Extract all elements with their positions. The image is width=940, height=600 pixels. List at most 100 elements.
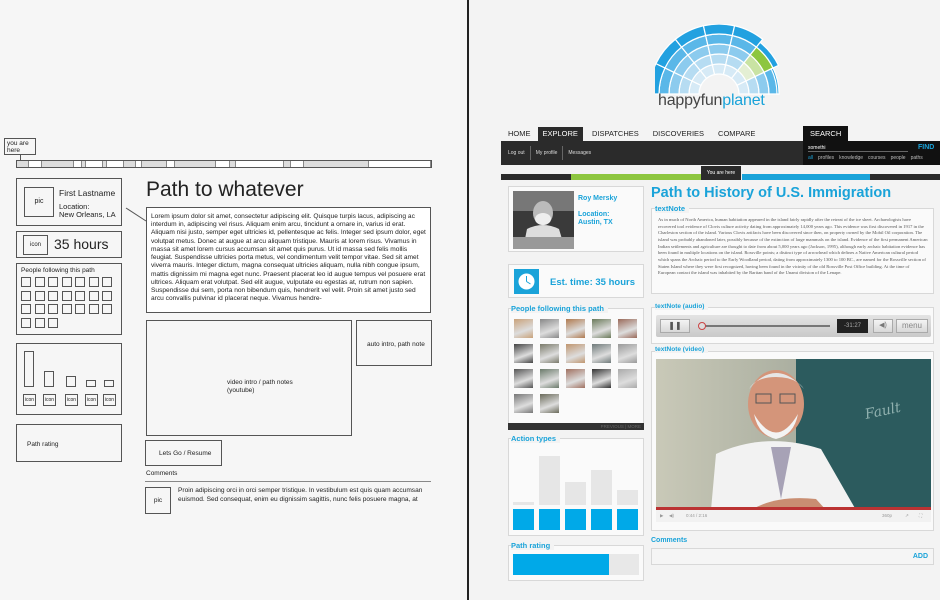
lets-go-button[interactable]: Lets Go / Resume: [145, 440, 222, 466]
action-icon[interactable]: icon: [85, 394, 98, 406]
nav-tab-compare[interactable]: COMPARE: [713, 127, 760, 141]
follower-placeholder[interactable]: [75, 304, 85, 314]
follower-placeholder[interactable]: [75, 277, 85, 287]
follower-placeholder[interactable]: [48, 304, 58, 314]
fullscreen-icon[interactable]: ⛶: [919, 510, 922, 522]
action-bar: [104, 380, 114, 387]
action-type-icon[interactable]: [565, 509, 586, 530]
follower-avatar[interactable]: [618, 319, 637, 338]
add-comment-button[interactable]: ADD: [913, 553, 928, 560]
profile-location: Austin, TX: [578, 219, 613, 226]
follower-placeholder[interactable]: [102, 277, 112, 287]
profile-photo[interactable]: [513, 191, 574, 249]
action-icon[interactable]: icon: [103, 394, 116, 406]
progress-segment: [236, 161, 284, 167]
follower-avatar[interactable]: [514, 319, 533, 338]
brand-wordmark[interactable]: happyfunplanet: [658, 92, 765, 110]
search-tab[interactable]: SEARCH: [803, 126, 848, 141]
video-frame[interactable]: Fault: [656, 359, 931, 510]
follower-avatar[interactable]: [566, 319, 585, 338]
follower-avatar[interactable]: [540, 369, 559, 388]
follower-avatar[interactable]: [618, 344, 637, 363]
followers-pager[interactable]: PREVIOUS | MORE: [508, 423, 644, 430]
video-placeholder[interactable]: video intro / path notes (youtube): [146, 320, 352, 436]
subnav-my-profile[interactable]: My profile: [529, 146, 563, 160]
profile-location-label: Location:: [578, 211, 610, 218]
profile-card: Roy Mersky Location: Austin, TX: [508, 186, 644, 252]
follower-placeholder[interactable]: [21, 290, 31, 301]
progress-segment: [304, 161, 370, 167]
follower-placeholder[interactable]: [75, 290, 85, 301]
follower-placeholder[interactable]: [88, 290, 99, 301]
follower-placeholder[interactable]: [102, 290, 112, 301]
follower-avatar[interactable]: [566, 369, 585, 388]
rating-title: Path rating: [511, 541, 555, 550]
follower-placeholder[interactable]: [34, 290, 45, 301]
follower-avatar[interactable]: [592, 319, 611, 338]
follower-avatar[interactable]: [540, 319, 559, 338]
follower-avatar[interactable]: [540, 344, 559, 363]
follower-placeholder[interactable]: [102, 304, 112, 314]
filter-courses[interactable]: courses: [868, 155, 886, 161]
comment-text: Proin adipiscing orci in orci semper tri…: [178, 487, 423, 503]
volume-button[interactable]: ◀): [873, 319, 893, 333]
rating-label: Path rating: [27, 441, 59, 448]
follower-avatar[interactable]: [592, 344, 611, 363]
follower-placeholder[interactable]: [48, 277, 58, 287]
follower-avatar[interactable]: [540, 394, 559, 413]
audio-menu-button[interactable]: menu: [896, 319, 928, 333]
subnav-log-out[interactable]: Log out: [503, 146, 530, 160]
follower-placeholder[interactable]: [34, 317, 45, 328]
nav-tab-explore[interactable]: EXPLORE: [537, 127, 583, 141]
follower-placeholder[interactable]: [88, 304, 99, 314]
subnav-messages[interactable]: Messages: [562, 146, 596, 160]
filter-all[interactable]: all: [808, 155, 813, 161]
scrubber-handle[interactable]: [698, 322, 706, 330]
action-type-icon[interactable]: [539, 509, 560, 530]
follower-placeholder[interactable]: [34, 277, 45, 287]
play-icon[interactable]: ▶: [660, 510, 663, 522]
action-icon[interactable]: icon: [43, 394, 56, 406]
action-icon[interactable]: icon: [23, 394, 36, 406]
follower-placeholder[interactable]: [34, 304, 45, 314]
follower-placeholder[interactable]: [88, 277, 99, 287]
nav-tab-discoveries[interactable]: DISCOVERIES: [648, 127, 709, 141]
follower-placeholder[interactable]: [48, 290, 58, 301]
filter-people[interactable]: people: [891, 155, 906, 161]
popout-icon[interactable]: ↗: [905, 510, 909, 522]
follower-placeholder[interactable]: [21, 277, 31, 287]
follower-placeholder[interactable]: [61, 277, 72, 287]
follower-placeholder[interactable]: [61, 304, 72, 314]
logo-segment: [702, 24, 736, 37]
search-input[interactable]: somethi: [808, 145, 908, 152]
action-icon[interactable]: icon: [65, 394, 78, 406]
action-bar: [86, 380, 96, 387]
filter-profiles[interactable]: profiles: [818, 155, 834, 161]
follower-avatar[interactable]: [618, 369, 637, 388]
quality-select[interactable]: 360p: [882, 510, 892, 522]
nav-tab-dispatches[interactable]: DISPATCHES: [587, 127, 644, 141]
comment-input[interactable]: ADD: [651, 548, 934, 565]
action-type-icon[interactable]: [591, 509, 612, 530]
action-type-icon[interactable]: [513, 509, 534, 530]
follower-avatar[interactable]: [592, 369, 611, 388]
volume-icon[interactable]: ◀): [669, 510, 674, 522]
follower-avatar[interactable]: [514, 344, 533, 363]
filter-paths[interactable]: paths: [911, 155, 923, 161]
follower-avatar[interactable]: [514, 394, 533, 413]
profile-name[interactable]: Roy Mersky: [578, 195, 617, 202]
follower-avatar[interactable]: [514, 369, 533, 388]
nav-tab-home[interactable]: HOME: [503, 127, 536, 141]
action-type-icon[interactable]: [617, 509, 638, 530]
progress-segment: [29, 161, 43, 167]
follower-placeholder[interactable]: [21, 317, 31, 328]
follower-placeholder[interactable]: [48, 317, 58, 328]
pause-button[interactable]: ❚❚: [660, 319, 690, 333]
filter-knowledge[interactable]: knowledge: [839, 155, 863, 161]
follower-avatar[interactable]: [566, 344, 585, 363]
follower-placeholder[interactable]: [61, 290, 72, 301]
brand-part-1: happyfun: [658, 92, 723, 109]
follower-placeholder[interactable]: [21, 304, 31, 314]
audio-scrubber[interactable]: [702, 325, 830, 327]
find-button[interactable]: FIND: [918, 144, 934, 151]
